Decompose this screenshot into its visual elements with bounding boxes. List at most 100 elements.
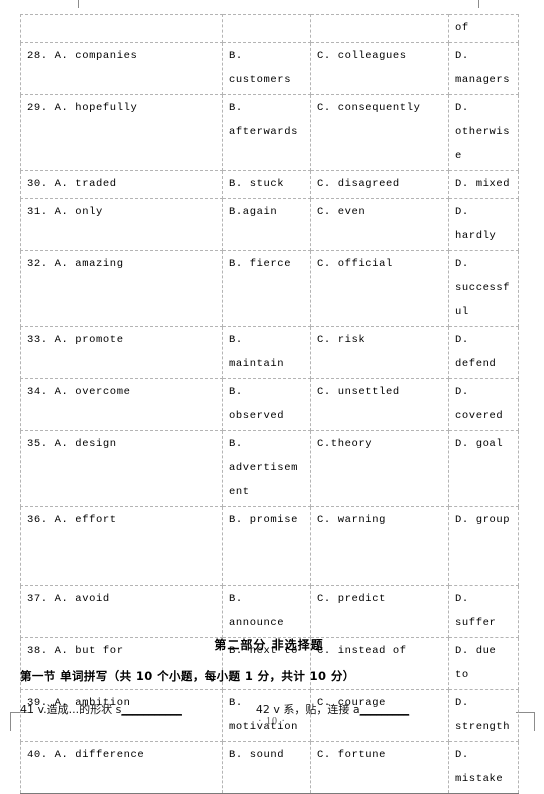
option-text: 36. A. effort bbox=[27, 514, 117, 526]
option-cell-c: C. unsettled bbox=[310, 378, 449, 431]
option-text: D. defend bbox=[455, 334, 497, 370]
option-text: 32. A. amazing bbox=[27, 258, 124, 270]
option-text: 35. A. design bbox=[27, 438, 117, 450]
option-text: D. mixed bbox=[455, 178, 511, 190]
option-text: 29. A. hopefully bbox=[27, 102, 138, 114]
option-cell-a: 33. A. promote bbox=[20, 326, 223, 379]
option-text: B. sound bbox=[229, 749, 285, 761]
option-cell-d: D. otherwise bbox=[448, 94, 519, 171]
option-cell-d: D. group bbox=[448, 506, 519, 586]
option-text: C.theory bbox=[317, 438, 373, 450]
part-two-section: 第二部分 非选择题 第一节 单词拼写（共 10 个小题，每小题 1 分，共计 1… bbox=[20, 628, 518, 717]
option-cell-a: 30. A. traded bbox=[20, 170, 223, 199]
spelling-item-42-hint: a bbox=[352, 703, 360, 716]
option-text: 37. A. avoid bbox=[27, 593, 110, 605]
option-cell-b bbox=[222, 14, 311, 43]
option-cell-c: C. fortune bbox=[310, 741, 449, 794]
spelling-item-42-text: 42 bbox=[255, 703, 270, 716]
exam-page: of 28. A. companies B. customers C. coll… bbox=[0, 0, 544, 794]
option-cell-a: 34. A. overcome bbox=[20, 378, 223, 431]
option-cell-b: B. sound bbox=[222, 741, 311, 794]
option-cell-d: D. managers bbox=[448, 42, 519, 95]
spelling-item-42-blank[interactable]: _________ bbox=[360, 703, 410, 716]
option-text: B. afterwards bbox=[229, 102, 299, 138]
option-cell-a bbox=[20, 14, 223, 43]
option-text: C. fortune bbox=[317, 749, 387, 761]
option-cell-c: C. disagreed bbox=[310, 170, 449, 199]
option-cell-a: 36. A. effort bbox=[20, 506, 223, 586]
option-cell-a: 31. A. only bbox=[20, 198, 223, 251]
option-cell-b: B. observed bbox=[222, 378, 311, 431]
option-cell-c: C. colleagues bbox=[310, 42, 449, 95]
option-text: B. observed bbox=[229, 386, 285, 422]
spelling-item-41-text: 41 bbox=[20, 703, 34, 716]
option-text: C. colleagues bbox=[317, 50, 407, 62]
spelling-item-41-pos: v. bbox=[37, 703, 47, 716]
option-cell-c: C. official bbox=[310, 250, 449, 327]
table-row: 30. A. traded B. stuck C. disagreed D. m… bbox=[20, 170, 519, 199]
option-text: D. mistake bbox=[455, 749, 504, 785]
option-cell-a: 29. A. hopefully bbox=[20, 94, 223, 171]
option-cell-a: 32. A. amazing bbox=[20, 250, 223, 327]
option-text: D. group bbox=[455, 514, 511, 526]
option-text: 40. A. difference bbox=[27, 749, 145, 761]
option-text: B. customers bbox=[229, 50, 292, 86]
option-text: C. predict bbox=[317, 593, 387, 605]
option-cell-a: 35. A. design bbox=[20, 430, 223, 507]
option-cell-b: B. advertisement bbox=[222, 430, 311, 507]
option-cell-d: D. defend bbox=[448, 326, 519, 379]
option-cell-d: D. covered bbox=[448, 378, 519, 431]
option-cell-c: C.theory bbox=[310, 430, 449, 507]
option-text: C. unsettled bbox=[317, 386, 400, 398]
option-text: 31. A. only bbox=[27, 206, 103, 218]
option-text: C. warning bbox=[317, 514, 387, 526]
table-row: 34. A. overcome B. observed C. unsettled… bbox=[20, 378, 519, 431]
option-text: D. otherwise bbox=[455, 102, 511, 162]
part-two-title: 第二部分 非选择题 bbox=[214, 638, 324, 652]
option-text: D. successful bbox=[455, 258, 511, 318]
spelling-questions-row: 41 v.造成...的形状 s___________ 42 v 系，贴，连接 a_… bbox=[20, 701, 518, 717]
option-text: D. managers bbox=[455, 50, 511, 86]
option-cell-d: D. successful bbox=[448, 250, 519, 327]
option-cell-b: B. afterwards bbox=[222, 94, 311, 171]
option-cell-d: of bbox=[448, 14, 519, 43]
option-cell-c: C. risk bbox=[310, 326, 449, 379]
option-text: 34. A. overcome bbox=[27, 386, 131, 398]
option-cell-a: 40. A. difference bbox=[20, 741, 223, 794]
table-row: 40. A. difference B. sound C. fortune D.… bbox=[20, 741, 519, 794]
page-number: · 10 · bbox=[258, 716, 286, 727]
option-text: B.again bbox=[229, 206, 278, 218]
option-cell-b: B. promise bbox=[222, 506, 311, 586]
crop-mark-top-left bbox=[78, 0, 91, 8]
crop-mark-top-right bbox=[466, 0, 479, 8]
option-cell-d: D. hardly bbox=[448, 198, 519, 251]
option-text: 33. A. promote bbox=[27, 334, 124, 346]
section-one-title: 第一节 单词拼写（共 10 个小题，每小题 1 分，共计 10 分） bbox=[20, 669, 355, 683]
option-cell-b: B. fierce bbox=[222, 250, 311, 327]
option-cell-c: C. even bbox=[310, 198, 449, 251]
option-text: D. goal bbox=[455, 438, 504, 450]
option-cell-b: B. maintain bbox=[222, 326, 311, 379]
option-cell-b: B.again bbox=[222, 198, 311, 251]
option-text: D. covered bbox=[455, 386, 504, 422]
option-text: B. maintain bbox=[229, 334, 285, 370]
option-cell-a: 28. A. companies bbox=[20, 42, 223, 95]
option-cell-d: D. goal bbox=[448, 430, 519, 507]
option-cell-c bbox=[310, 14, 449, 43]
table-row: 32. A. amazing B. fierce C. official D. … bbox=[20, 250, 519, 327]
option-text: B. stuck bbox=[229, 178, 285, 190]
table-row: 31. A. only B.again C. even D. hardly bbox=[20, 198, 519, 251]
table-row: 36. A. effort B. promise C. warning D. g… bbox=[20, 506, 519, 586]
option-text: 28. A. companies bbox=[27, 50, 138, 62]
option-text: C. official bbox=[317, 258, 393, 270]
option-text: of bbox=[455, 22, 469, 34]
spelling-item-42-meaning: 系，贴，连接 bbox=[283, 703, 350, 716]
spelling-item-42: 42 v 系，贴，连接 a_________ bbox=[256, 701, 409, 717]
table-row: 28. A. companies B. customers C. colleag… bbox=[20, 42, 519, 95]
option-cell-d: D. mixed bbox=[448, 170, 519, 199]
spelling-item-41: 41 v.造成...的形状 s___________ bbox=[20, 701, 182, 717]
spelling-item-41-blank[interactable]: ___________ bbox=[121, 703, 182, 716]
option-text: C. even bbox=[317, 206, 366, 218]
option-cell-d: D. mistake bbox=[448, 741, 519, 794]
option-cell-b: B. stuck bbox=[222, 170, 311, 199]
